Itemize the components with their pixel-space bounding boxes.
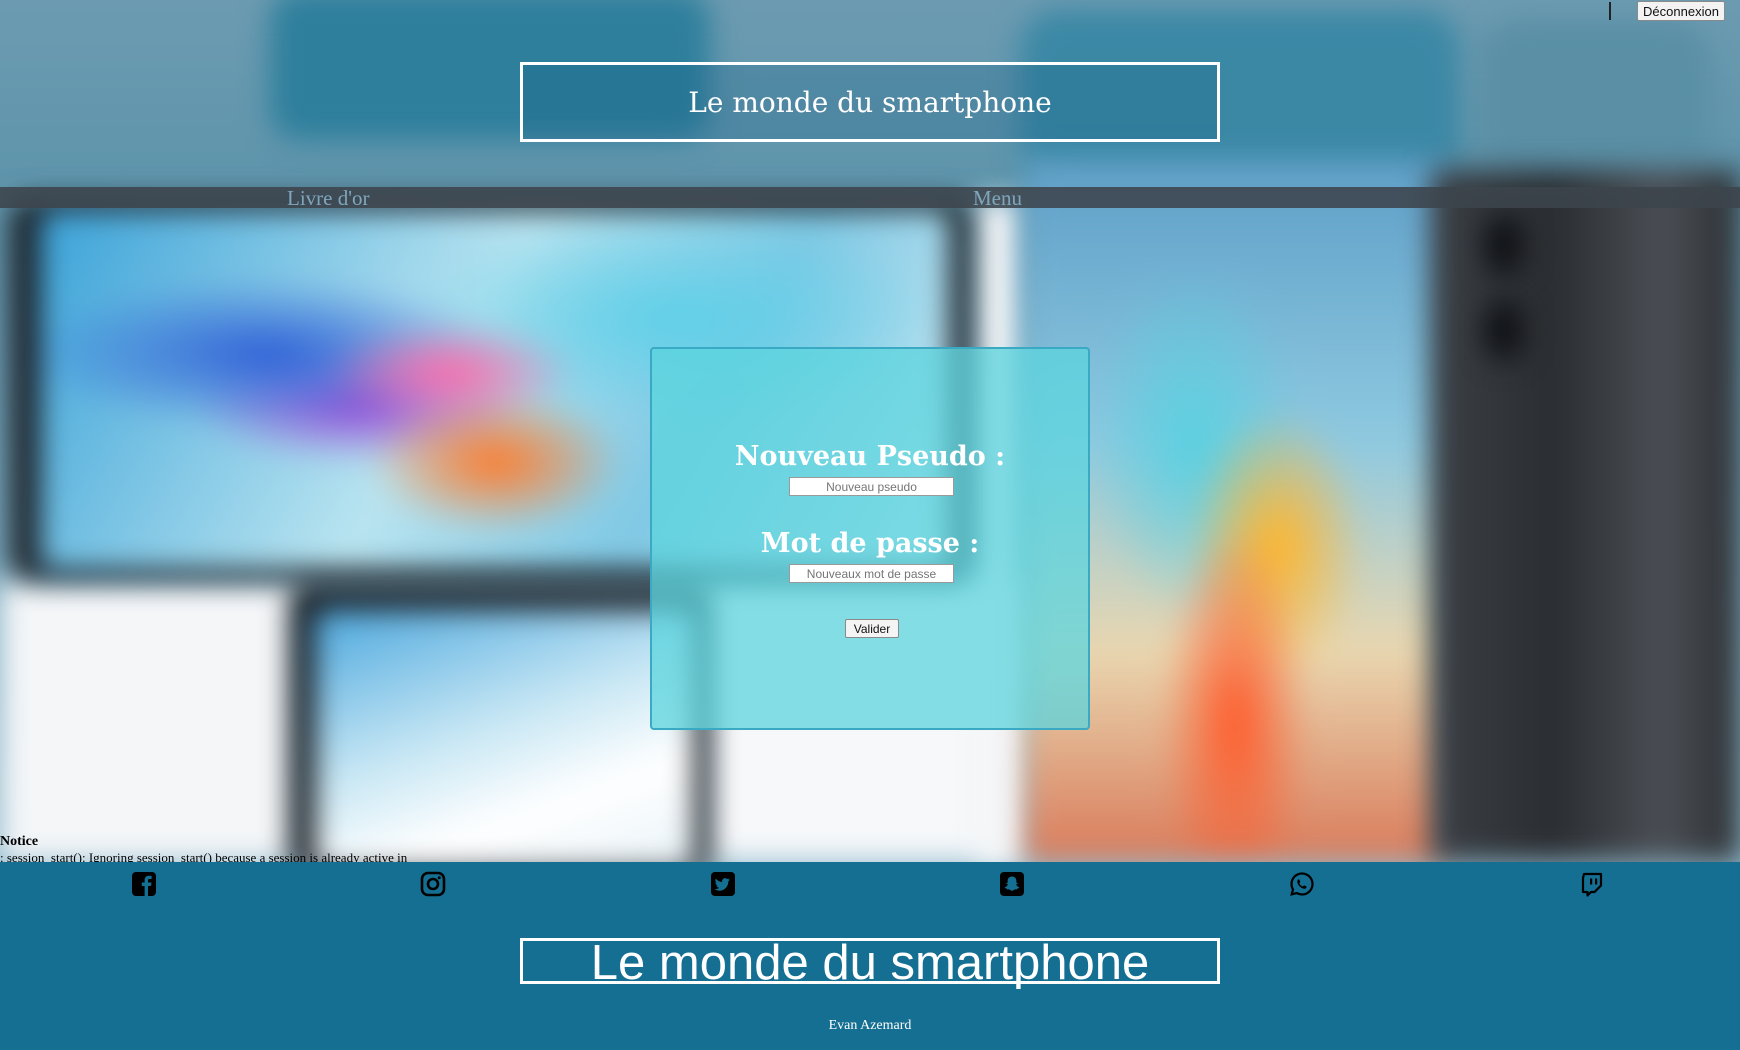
pseudo-label: Nouveau Pseudo : bbox=[734, 441, 1006, 472]
twitter-icon[interactable] bbox=[709, 870, 737, 898]
notice-message: : session_start(): Ignoring session_star… bbox=[0, 850, 408, 862]
footer-author: Evan Azemard bbox=[828, 1018, 912, 1033]
footer: Le monde du smartphone Evan Azemard bbox=[0, 862, 1740, 1050]
nav-link-guestbook[interactable]: Livre d'or bbox=[287, 187, 370, 209]
snapchat-icon[interactable] bbox=[998, 870, 1026, 898]
password-input[interactable] bbox=[789, 564, 954, 583]
instagram-icon[interactable] bbox=[419, 870, 447, 898]
password-label: Mot de passe : bbox=[760, 528, 980, 559]
footer-title-box: Le monde du smartphone bbox=[520, 936, 1220, 990]
notice-title: Notice bbox=[0, 834, 39, 849]
pseudo-input[interactable] bbox=[789, 477, 954, 496]
submit-button[interactable]: Valider bbox=[845, 619, 899, 638]
profile-form-card: Nouveau Pseudo : Mot de passe : Valider bbox=[650, 347, 1090, 730]
top-separator bbox=[1609, 2, 1611, 20]
footer-title: Le monde du smartphone bbox=[590, 936, 1150, 990]
nav-link-menu[interactable]: Menu bbox=[973, 187, 1022, 209]
site-title: Le monde du smartphone bbox=[688, 85, 1052, 119]
whatsapp-icon[interactable] bbox=[1288, 870, 1316, 898]
logout-button[interactable]: Déconnexion bbox=[1637, 1, 1725, 21]
site-header: Le monde du smartphone bbox=[520, 62, 1220, 142]
nav-bar: Livre d'or Menu bbox=[0, 187, 1740, 209]
twitch-icon[interactable] bbox=[1578, 870, 1606, 898]
facebook-icon[interactable] bbox=[130, 870, 158, 898]
